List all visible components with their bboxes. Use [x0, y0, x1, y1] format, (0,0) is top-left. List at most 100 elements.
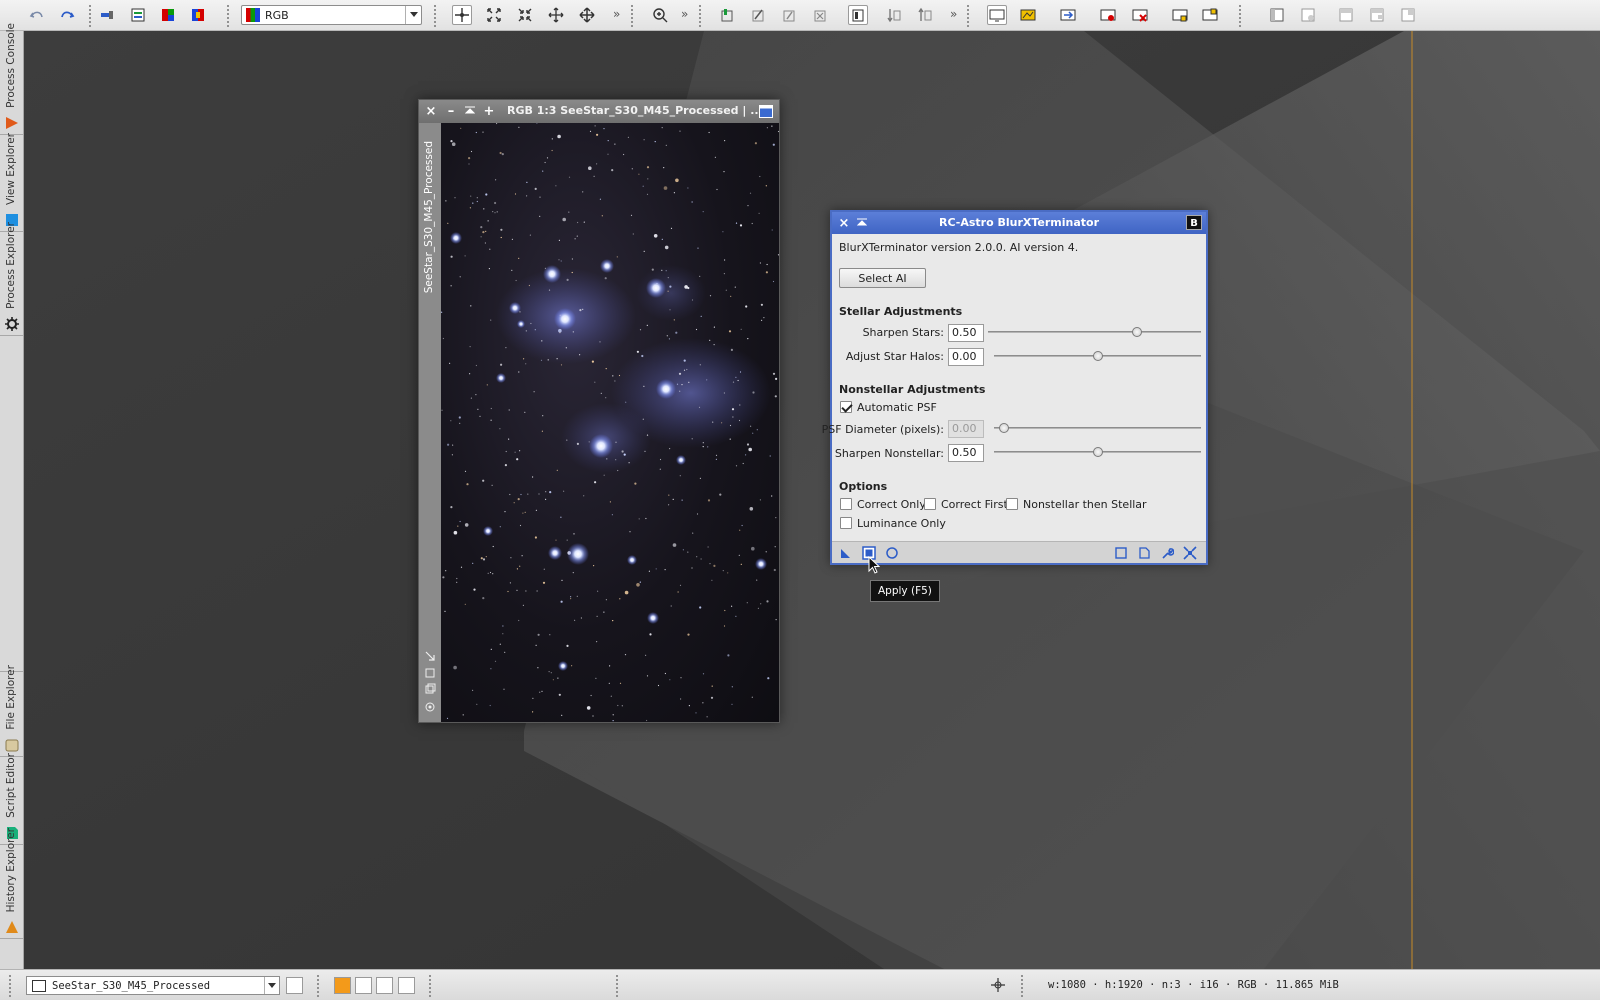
- remove-icon[interactable]: [1098, 5, 1118, 25]
- pleiades-starfield-image[interactable]: [441, 123, 779, 722]
- view-selector[interactable]: SeeStar_S30_M45_Processed: [26, 976, 280, 995]
- dock-tab-process-explorer[interactable]: Process Explorer: [0, 222, 23, 336]
- background-star: [476, 197, 478, 199]
- close-icon[interactable]: ×: [424, 104, 438, 119]
- view-identifier-icon[interactable]: [286, 977, 303, 994]
- redo-icon[interactable]: [57, 5, 77, 25]
- blurxterminator-dialog[interactable]: × RC-Astro BlurXTerminator B BlurXTermin…: [822, 210, 1208, 565]
- new-instance-icon[interactable]: [97, 5, 117, 25]
- background-star: [459, 422, 461, 424]
- wrench-icon[interactable]: [1160, 546, 1174, 560]
- background-star: [470, 195, 472, 197]
- background-star: [649, 633, 652, 636]
- side-tools-icons[interactable]: [423, 650, 437, 718]
- link-auto-icon[interactable]: [1200, 5, 1220, 25]
- pan-mode-icon[interactable]: [452, 5, 472, 25]
- background-star: [457, 525, 459, 527]
- chevron-down-icon[interactable]: [405, 6, 421, 24]
- dock-tab-file-explorer[interactable]: File Explorer: [0, 665, 23, 757]
- dialog-badge[interactable]: B: [1186, 215, 1202, 230]
- background-star: [618, 374, 621, 377]
- dock-tab-history-explorer[interactable]: History Explorer: [0, 828, 23, 939]
- rgb-channels-icon[interactable]: [158, 5, 178, 25]
- sharpen-stars-slider[interactable]: [988, 327, 1201, 337]
- background-star: [775, 377, 778, 380]
- transparency-none-icon[interactable]: [398, 977, 415, 994]
- sharpen-nonstellar-input[interactable]: 0.50: [948, 444, 984, 462]
- minimize-icon[interactable]: –: [444, 104, 458, 119]
- iconize-icon[interactable]: [758, 104, 774, 119]
- maximize-icon[interactable]: +: [482, 104, 496, 119]
- automatic-psf-checkbox[interactable]: [840, 401, 852, 413]
- preview-edit-icon[interactable]: [748, 5, 768, 25]
- undo-icon[interactable]: [27, 5, 47, 25]
- layout-2-icon[interactable]: [1298, 5, 1318, 25]
- move-icon[interactable]: [546, 5, 566, 25]
- transparency-checker-icon[interactable]: [376, 977, 393, 994]
- preview-new-icon[interactable]: [779, 5, 799, 25]
- background-star: [494, 212, 496, 214]
- link-icon[interactable]: [1170, 5, 1190, 25]
- luminance-only-checkbox[interactable]: [840, 517, 852, 529]
- transparency-white-icon[interactable]: [355, 977, 372, 994]
- image-info: w:1080 · h:1920 · n:3 · i16 · RGB · 11.8…: [1048, 979, 1339, 991]
- slider-knob[interactable]: [1092, 351, 1103, 361]
- layout-5-icon[interactable]: [1398, 5, 1418, 25]
- background-star: [631, 168, 633, 170]
- image-container-icon[interactable]: [128, 5, 148, 25]
- zoom-fit-icon[interactable]: [484, 5, 504, 25]
- background-star: [603, 474, 605, 476]
- background-star: [756, 429, 758, 431]
- correct-first-checkbox[interactable]: [924, 498, 936, 510]
- background-star: [642, 418, 644, 420]
- mask-enabled-icon[interactable]: [848, 5, 868, 25]
- sharpen-stars-input[interactable]: 0.50: [948, 324, 984, 342]
- readout-icon[interactable]: [717, 5, 737, 25]
- colorspace-select[interactable]: RGB: [241, 5, 422, 25]
- mask-invert-icon[interactable]: [915, 5, 935, 25]
- shade-icon[interactable]: [463, 104, 477, 118]
- dock-tab-process-console[interactable]: Process Console: [0, 23, 23, 135]
- stf-icon[interactable]: [1018, 5, 1038, 25]
- real-time-preview-icon[interactable]: [1114, 546, 1128, 560]
- layout-4-icon[interactable]: [1367, 5, 1387, 25]
- mask-show-icon[interactable]: [884, 5, 904, 25]
- slider-knob[interactable]: [1092, 447, 1103, 457]
- adjust-halos-slider[interactable]: [994, 351, 1201, 361]
- background-star: [542, 581, 546, 584]
- color-channels-icon[interactable]: [188, 5, 208, 25]
- image-window[interactable]: × – + RGB 1:3 SeeStar_S30_M45_Processed …: [418, 99, 780, 723]
- background-star: [441, 311, 443, 313]
- screen-icon[interactable]: [987, 5, 1007, 25]
- background-star: [550, 672, 552, 674]
- more-chevron-icon[interactable]: »: [950, 7, 957, 21]
- layout-1-icon[interactable]: [1267, 5, 1287, 25]
- slider-knob[interactable]: [1132, 327, 1143, 337]
- remove-all-icon[interactable]: [1130, 5, 1150, 25]
- preview-delete-icon[interactable]: [810, 5, 830, 25]
- layout-3-icon[interactable]: [1336, 5, 1356, 25]
- dock-tab-view-explorer[interactable]: View Explorer: [0, 133, 23, 232]
- documentation-icon[interactable]: [1137, 546, 1151, 560]
- chevron-down-icon[interactable]: [264, 977, 279, 994]
- background-star: [758, 212, 760, 214]
- select-ai-button[interactable]: Select AI: [839, 268, 926, 288]
- zoom-contract-icon[interactable]: [515, 5, 535, 25]
- more-chevron-icon[interactable]: »: [613, 7, 620, 21]
- move-all-icon[interactable]: [577, 5, 597, 25]
- adjust-halos-input[interactable]: 0.00: [948, 348, 984, 366]
- more-chevron-icon[interactable]: »: [681, 7, 688, 21]
- image-window-titlebar[interactable]: × – + RGB 1:3 SeeStar_S30_M45_Processed …: [419, 100, 779, 123]
- zoom-in-icon[interactable]: [650, 5, 670, 25]
- nonstellar-then-stellar-checkbox[interactable]: [1006, 498, 1018, 510]
- reset-icon[interactable]: [1183, 546, 1197, 560]
- transparency-orange-icon[interactable]: [334, 977, 351, 994]
- new-instance-icon[interactable]: [839, 546, 853, 560]
- correct-only-checkbox[interactable]: [840, 498, 852, 510]
- background-star: [555, 539, 557, 541]
- sharpen-nonstellar-slider[interactable]: [994, 447, 1201, 457]
- dialog-titlebar[interactable]: × RC-Astro BlurXTerminator B: [832, 212, 1206, 234]
- stf-auto-icon[interactable]: [1058, 5, 1078, 25]
- apply-global-icon[interactable]: [885, 546, 899, 560]
- crosshair-icon[interactable]: [991, 978, 1005, 992]
